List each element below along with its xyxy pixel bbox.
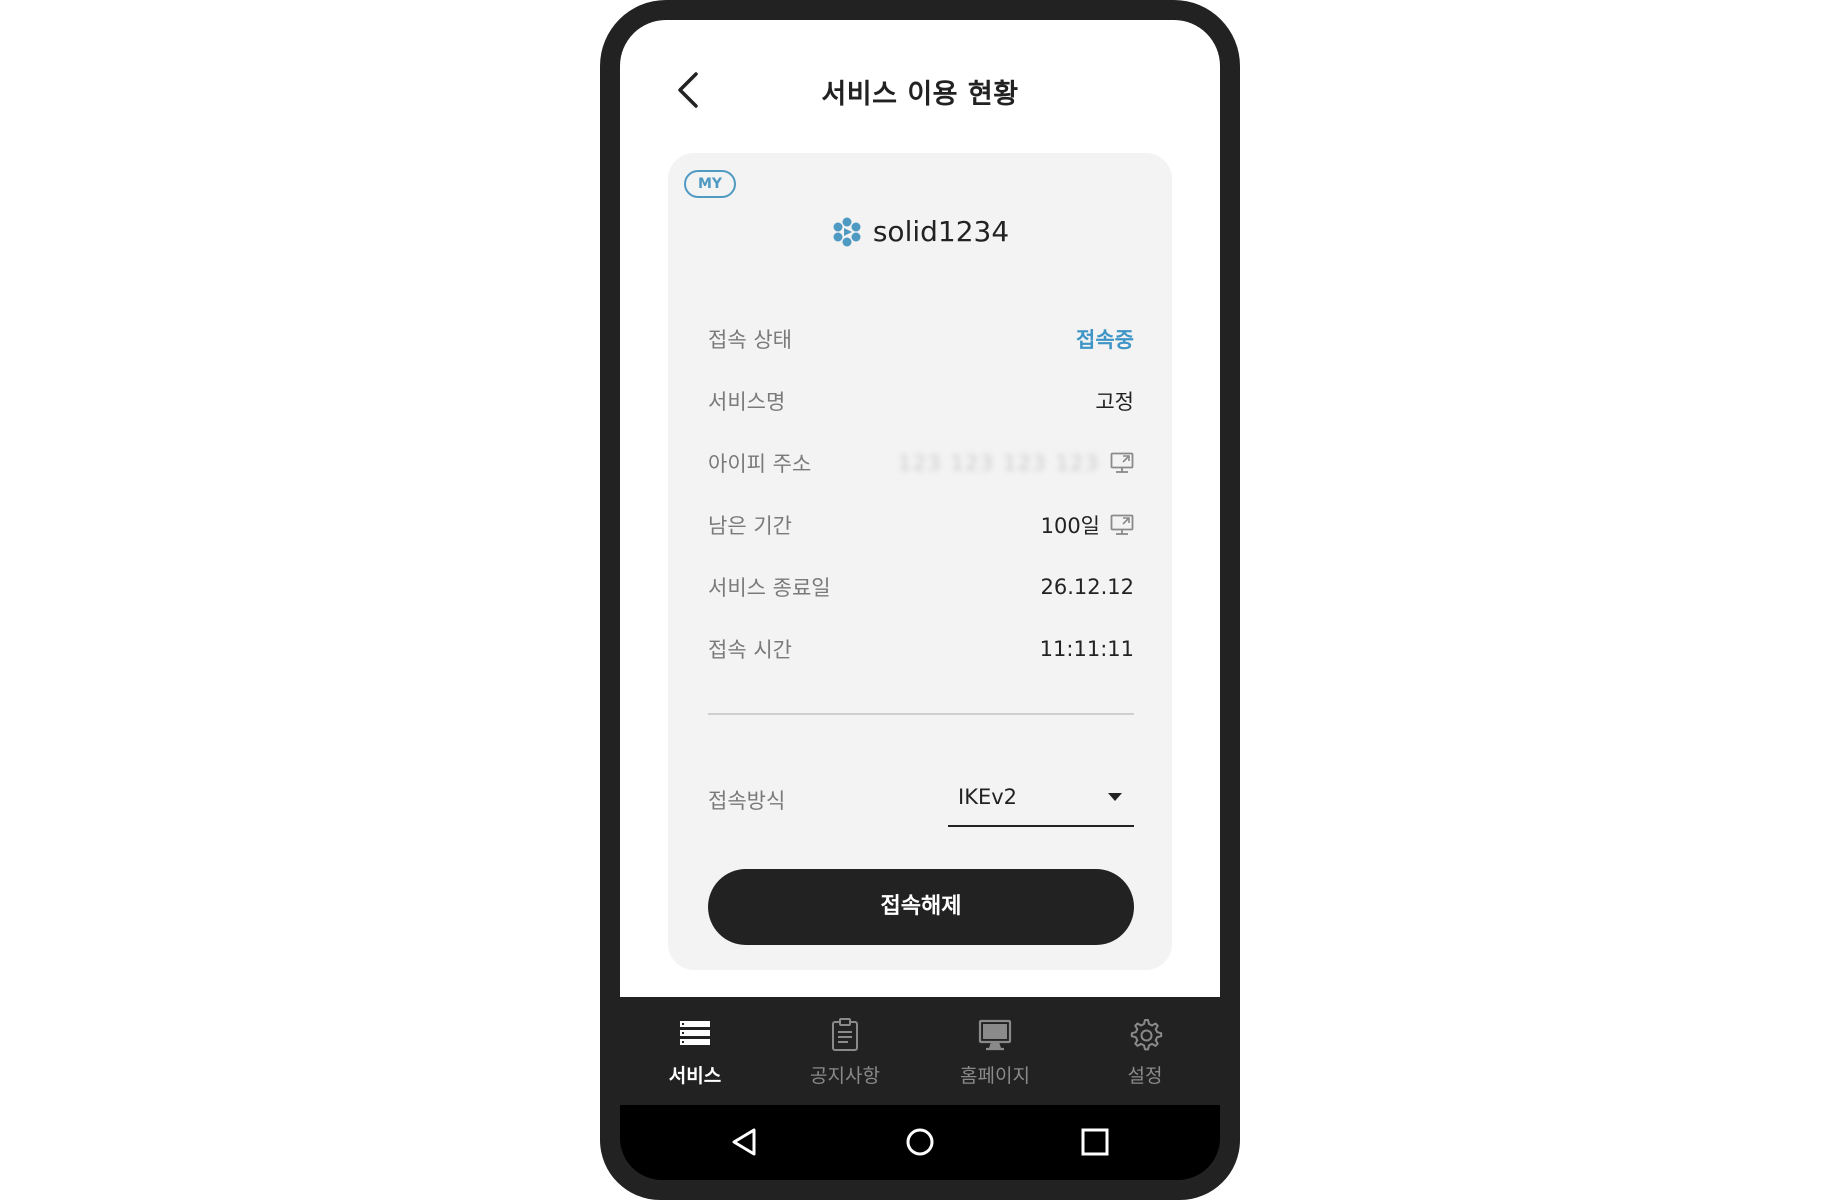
caret-down-icon <box>1108 793 1122 801</box>
connection-method-row: 접속방식 IKEv2 <box>708 767 1134 827</box>
system-navigation-bar <box>620 1105 1220 1180</box>
page-title: 서비스 이용 현황 <box>821 79 1019 110</box>
row-connection-status: 접속 상태 접속중 <box>708 308 1134 370</box>
system-back-button[interactable] <box>728 1125 762 1159</box>
service-end-date-value: 26.12.12 <box>1040 575 1134 599</box>
row-label: 접속 상태 <box>708 328 792 352</box>
nav-item-settings[interactable]: 설정 <box>1070 997 1220 1105</box>
period-monitor-icon[interactable] <box>1110 514 1134 536</box>
divider <box>708 713 1134 715</box>
remaining-period-value-group: 100일 <box>1041 510 1134 540</box>
nav-label: 홈페이지 <box>960 1065 1030 1087</box>
row-label: 서비스 종료일 <box>708 576 831 600</box>
square-recents-icon <box>1081 1128 1109 1156</box>
triangle-back-icon <box>732 1128 756 1156</box>
my-badge: MY <box>684 170 736 198</box>
ip-monitor-icon[interactable] <box>1110 452 1134 474</box>
nav-item-notice[interactable]: 공지사항 <box>770 997 920 1105</box>
system-recents-button[interactable] <box>1078 1125 1112 1159</box>
bottom-nav: 서비스 공지사항 홈페이지 설정 <box>620 997 1220 1105</box>
nav-label: 설정 <box>1127 1065 1163 1087</box>
row-ip-address: 아이피 주소 123 123 123 123 <box>708 432 1134 494</box>
app-header: 서비스 이용 현황 <box>620 20 1220 150</box>
monitor-icon <box>975 1015 1015 1055</box>
row-label: 서비스명 <box>708 390 786 414</box>
circle-home-icon <box>906 1128 934 1156</box>
nav-item-homepage[interactable]: 홈페이지 <box>920 997 1070 1105</box>
row-label: 아이피 주소 <box>708 452 812 476</box>
row-service-end-date: 서비스 종료일 26.12.12 <box>708 556 1134 618</box>
row-label: 남은 기간 <box>708 514 792 538</box>
connection-status-value: 접속중 <box>1076 328 1134 352</box>
connection-method-value: IKEv2 <box>958 785 1018 809</box>
row-remaining-period: 남은 기간 100일 <box>708 494 1134 556</box>
service-name-value: 고정 <box>1095 390 1134 414</box>
row-service-name: 서비스명 고정 <box>708 370 1134 432</box>
service-status-card: MY solid1234 접속 상태 접속중 서비스명 고정 아이피 주소 12… <box>668 153 1172 970</box>
system-home-button[interactable] <box>903 1125 937 1159</box>
nav-label: 공지사항 <box>810 1065 880 1087</box>
remaining-period-value: 100일 <box>1040 514 1100 538</box>
connection-method-select[interactable]: IKEv2 <box>948 767 1134 827</box>
connection-method-label: 접속방식 <box>708 789 786 813</box>
app-screen: 서비스 이용 현황 MY solid1234 접속 상태 접속중 서비스명 고정… <box>620 20 1220 1000</box>
row-connection-time: 접속 시간 11:11:11 <box>708 618 1134 680</box>
nav-label: 서비스 <box>668 1065 722 1087</box>
phone-frame: 서비스 이용 현황 MY solid1234 접속 상태 접속중 서비스명 고정… <box>600 0 1240 1200</box>
row-label: 접속 시간 <box>708 638 792 662</box>
gear-icon <box>1125 1015 1165 1055</box>
ip-address-value: 123 123 123 123 <box>898 451 1100 475</box>
account-name: solid1234 <box>872 215 1010 248</box>
ip-address-value-group: 123 123 123 123 <box>898 451 1134 475</box>
clipboard-icon <box>825 1015 865 1055</box>
list-icon <box>675 1015 715 1055</box>
nav-item-service[interactable]: 서비스 <box>620 997 770 1105</box>
account-header: solid1234 <box>668 215 1172 255</box>
connection-time-value: 11:11:11 <box>1039 637 1134 661</box>
disconnect-button[interactable]: 접속해제 <box>708 869 1134 945</box>
flower-logo-icon <box>831 216 863 248</box>
info-list: 접속 상태 접속중 서비스명 고정 아이피 주소 123 123 123 123 <box>708 308 1134 680</box>
